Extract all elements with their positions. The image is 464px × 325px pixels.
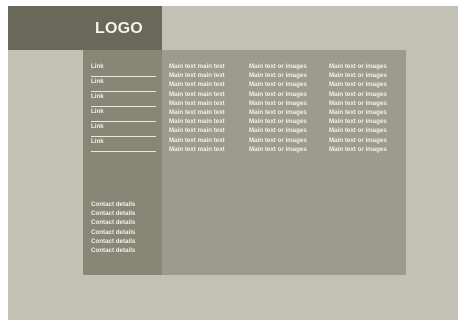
main-text-line: Main text or images bbox=[249, 145, 307, 153]
main-text-line: Main text or images bbox=[329, 72, 387, 80]
main-text-line: Main text or images bbox=[329, 109, 387, 117]
main-text-line: Main text or images bbox=[329, 136, 387, 144]
main-text-line: Main text main text bbox=[169, 136, 225, 144]
main-text-line: Main text or images bbox=[249, 63, 307, 70]
main-text-line: Main text or images bbox=[249, 118, 307, 126]
main-text-line: Main text or images bbox=[329, 63, 387, 70]
main-text-line: Main text or images bbox=[249, 99, 307, 107]
sidebar-link-3[interactable]: Link bbox=[91, 92, 156, 107]
main-text-line: Main text or images bbox=[249, 136, 307, 144]
contact-line: Contact details bbox=[91, 201, 136, 208]
sidebar-link-6[interactable]: Link bbox=[91, 137, 156, 152]
main-text-line: Main text main text bbox=[169, 99, 225, 107]
main-content: Main text main text Main text main text … bbox=[162, 50, 406, 275]
sidebar: Link Link Link Link Link Link Contact de… bbox=[83, 50, 162, 275]
main-text-line: Main text main text bbox=[169, 63, 225, 70]
contact-line: Contact details bbox=[91, 247, 136, 255]
sidebar-link-label: Link bbox=[91, 138, 104, 145]
main-text-line: Main text main text bbox=[169, 127, 225, 135]
page-canvas: LOGO Link Link Link Link Link Link Conta… bbox=[8, 6, 458, 320]
main-text-line: Main text or images bbox=[329, 90, 387, 98]
sidebar-link-label: Link bbox=[91, 93, 104, 100]
main-text-line: Main text or images bbox=[329, 118, 387, 126]
main-text-line: Main text main text bbox=[169, 90, 225, 98]
main-text-line: Main text or images bbox=[249, 81, 307, 89]
contact-line: Contact details bbox=[91, 237, 136, 245]
main-text-line: Main text or images bbox=[329, 81, 387, 89]
sidebar-link-4[interactable]: Link bbox=[91, 107, 156, 122]
sidebar-link-label: Link bbox=[91, 63, 104, 70]
contact-line: Contact details bbox=[91, 228, 136, 236]
sidebar-link-2[interactable]: Link bbox=[91, 77, 156, 92]
main-text-line: Main text or images bbox=[329, 145, 387, 153]
main-column-2: Main text or images Main text or images … bbox=[249, 62, 307, 154]
main-text-line: Main text main text bbox=[169, 81, 225, 89]
main-text-line: Main text or images bbox=[329, 127, 387, 135]
logo[interactable]: LOGO bbox=[95, 20, 143, 38]
sidebar-link-5[interactable]: Link bbox=[91, 122, 156, 137]
contact-line: Contact details bbox=[91, 210, 136, 218]
contact-line: Contact details bbox=[91, 219, 136, 227]
main-column-1: Main text main text Main text main text … bbox=[169, 62, 225, 154]
main-text-line: Main text or images bbox=[249, 127, 307, 135]
main-column-3: Main text or images Main text or images … bbox=[329, 62, 387, 154]
sidebar-link-label: Link bbox=[91, 78, 104, 85]
sidebar-link-label: Link bbox=[91, 108, 104, 115]
main-text-line: Main text or images bbox=[249, 90, 307, 98]
sidebar-link-1[interactable]: Link bbox=[91, 62, 156, 77]
sidebar-link-label: Link bbox=[91, 123, 104, 130]
main-text-line: Main text or images bbox=[329, 99, 387, 107]
main-text-line: Main text main text bbox=[169, 118, 225, 126]
main-text-line: Main text main text bbox=[169, 72, 225, 80]
main-text-line: Main text or images bbox=[249, 109, 307, 117]
contact-details: Contact details Contact details Contact … bbox=[91, 200, 135, 255]
main-text-line: Main text or images bbox=[249, 72, 307, 80]
main-text-line: Main text main text bbox=[169, 109, 225, 117]
main-text-line: Main text main text bbox=[169, 145, 225, 153]
